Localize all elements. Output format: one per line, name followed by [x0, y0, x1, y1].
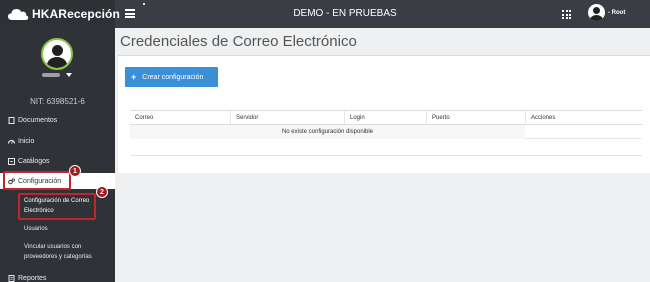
create-config-button[interactable]: + Crear configuración [125, 67, 218, 87]
sidebar-item-catalogos[interactable]: Catálogos [0, 153, 115, 169]
catalog-icon [8, 157, 15, 165]
brand-name: HKARecepción [32, 7, 120, 21]
sidebar-item-label: Catálogos [18, 157, 50, 165]
sidebar: NIT: 6398521-6 Documentos Inicio Catálog… [0, 28, 115, 282]
cloud-logo-icon [7, 7, 29, 21]
column-header[interactable]: Correo [130, 111, 230, 124]
empty-message: No existe configuración disponible [130, 125, 525, 139]
apps-grid-icon[interactable] [562, 10, 571, 19]
annotation-badge-1: 1 [69, 165, 81, 177]
book-icon [8, 116, 15, 124]
plus-icon: + [131, 72, 137, 82]
table-footer-divider [130, 155, 642, 156]
sidebar-item-reportes[interactable]: Reportes [0, 270, 115, 282]
config-table: Correo Servidor Login Puerto Acciones No… [130, 110, 642, 139]
sidebar-subitem-vincular[interactable]: Vincular usuarios con proveedores y cate… [24, 242, 112, 262]
column-header[interactable]: Puerto [426, 111, 525, 124]
sidebar-item-label: Reportes [18, 274, 47, 282]
page-title: Credenciales de Correo Electrónico [120, 33, 357, 50]
annotation-badge-2: 2 [96, 186, 108, 198]
create-config-label: Crear configuración [142, 73, 204, 81]
table-row-filler [525, 125, 642, 139]
menu-toggle-icon[interactable] [125, 9, 135, 18]
user-menu[interactable]: - Root [588, 4, 625, 21]
avatar [588, 4, 605, 21]
sidebar-item-inicio[interactable]: Inicio [0, 133, 115, 149]
column-header: Acciones [525, 111, 642, 124]
dashboard-icon [7, 138, 16, 145]
sidebar-item-label: Documentos [18, 116, 58, 124]
caret-down-icon [66, 73, 72, 77]
annotation-box-2 [18, 193, 96, 220]
table-header: Correo Servidor Login Puerto Acciones [130, 111, 642, 125]
profile-name-redacted [42, 73, 60, 77]
top-bar: HKARecepción DEMO - EN PRUEBAS - Root [0, 0, 650, 28]
sidebar-item-documentos[interactable]: Documentos [0, 112, 115, 128]
environment-title: DEMO - EN PRUEBAS [293, 8, 397, 19]
annotation-box-1 [3, 171, 71, 190]
column-header[interactable]: Login [344, 111, 426, 124]
sidebar-subitem-usuarios[interactable]: Usuarios [24, 224, 112, 234]
user-name: - Root [608, 9, 626, 16]
column-header[interactable]: Servidor [230, 111, 344, 124]
status-dot [143, 3, 145, 5]
brand[interactable]: HKARecepción [0, 0, 120, 28]
report-icon [8, 274, 15, 282]
table-row: No existe configuración disponible [130, 125, 642, 139]
sidebar-item-label: Inicio [18, 137, 35, 145]
profile-avatar [41, 38, 73, 70]
profile-menu[interactable] [42, 73, 72, 77]
nit-label: NIT: 6398521-6 [30, 97, 85, 106]
